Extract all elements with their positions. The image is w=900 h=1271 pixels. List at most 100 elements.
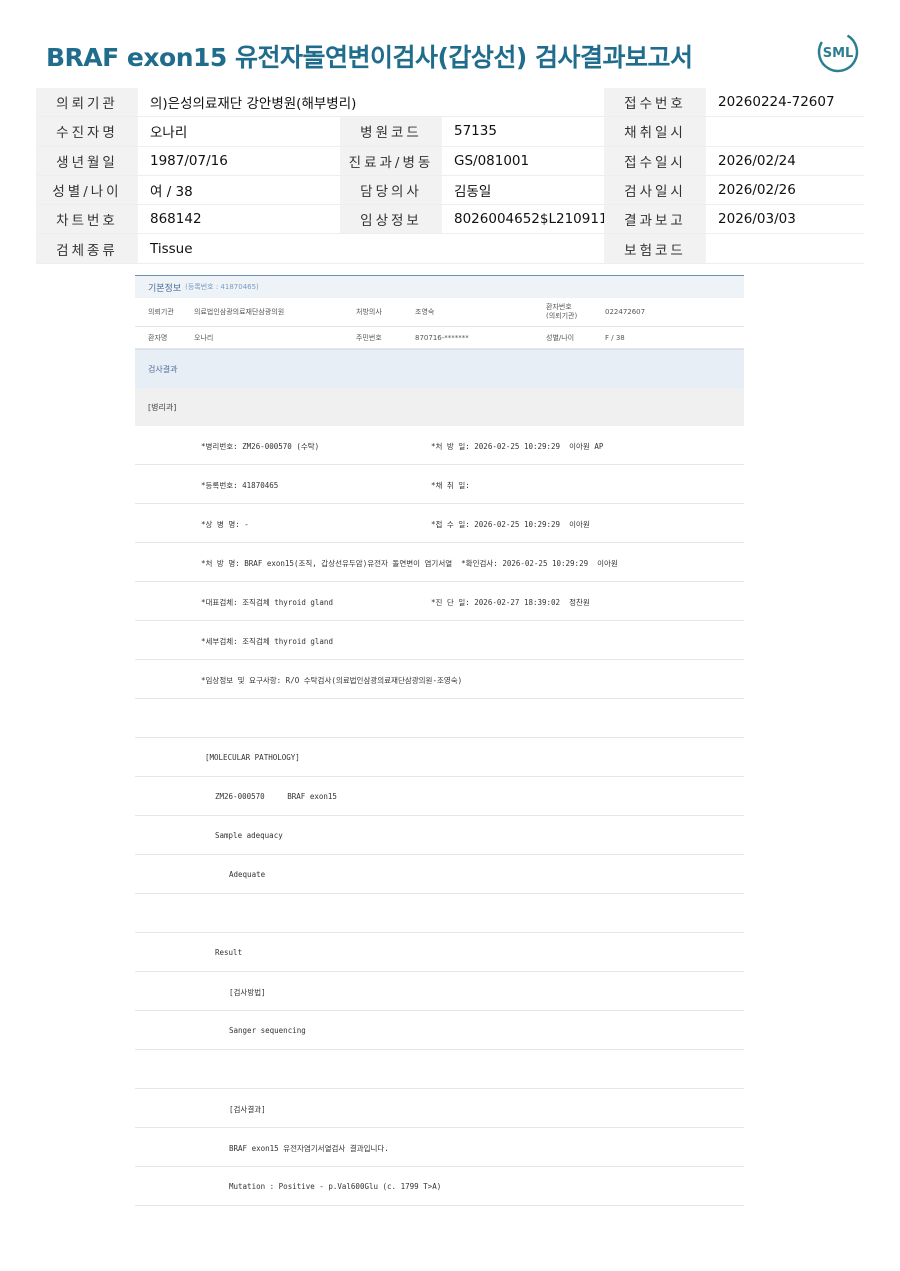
result-text: Adequate (229, 870, 266, 879)
header-value: 868142 (138, 204, 340, 235)
result-text: Mutation : Positive - p.Val600Glu (c. 17… (229, 1182, 442, 1191)
header-value: 2026/03/03 (706, 204, 865, 235)
result-line: Result (135, 933, 744, 972)
result-line: Sample adequacy (135, 816, 744, 855)
info-value: 조영숙 (415, 308, 435, 316)
result-line: Mutation : Positive - p.Val600Glu (c. 17… (135, 1167, 744, 1206)
embedded-report: 기본정보 (등록번호 : 41870465) 의뢰기관 의료법인삼광의료재단삼광… (135, 275, 744, 1206)
result-text: Result (215, 948, 243, 957)
result-text: *임상정보 및 요구사항: R/O 수탁검사(의료법인삼광의료재단삼광의원-조영… (201, 676, 463, 685)
info-value: 870716-******* (415, 333, 469, 342)
header-value: 8026004652$L210911 (442, 204, 605, 235)
header-row: 검체종류 Tissue 보험코드 (36, 233, 865, 264)
header-label: 병원코드 (340, 116, 442, 147)
result-text: Sanger sequencing (229, 1026, 306, 1035)
header-label: 임상정보 (340, 204, 442, 235)
result-text: BRAF exon15 유전자염기서열검사 결과입니다. (229, 1144, 389, 1153)
info-label: 주민번호 (356, 333, 382, 342)
info-value: 의료법인삼광의료재단삼광의원 (194, 308, 285, 316)
header-value: 1987/07/16 (138, 146, 340, 176)
header-label: 차트번호 (36, 204, 138, 235)
header-value: 여 / 38 (138, 175, 340, 206)
result-line: *등록번호: 41870465 *채 취 일: (135, 465, 744, 504)
header-label: 생년월일 (36, 146, 138, 176)
result-text: *처 방 명: BRAF exon15(조직, 갑상선유두암)유전자 돌연변이 … (201, 559, 618, 568)
header-row: 차트번호 868142 임상정보 8026004652$L210911 결과보고 2026… (36, 204, 865, 235)
result-line (135, 1050, 744, 1089)
header-row: 생년월일 1987/07/16 진료과/병동 GS/081001 접수일시 2026/02… (36, 146, 865, 176)
header-row: 성별/나이 여 / 38 담당의사 김동일 검사일시 2026/02/26 (36, 175, 865, 206)
basic-info-row: 의뢰기관 의료법인삼광의료재단삼광의원 처방의사 조영숙 환자번호 (의뢰기관)… (135, 298, 744, 327)
header-value: 2026/02/24 (706, 146, 865, 176)
result-line: [MOLECULAR PATHOLOGY] (135, 738, 744, 777)
info-label: 환자번호 (의뢰기관) (546, 303, 578, 320)
result-line: [검사결과] (135, 1089, 744, 1128)
result-line: [검사방법] (135, 972, 744, 1011)
result-text-right: *처 방 일: 2026-02-25 10:29:29 이아원 AP (431, 442, 604, 451)
result-lines: *병리번호: ZM26-000570 (수탁) *처 방 일: 2026-02-2… (135, 426, 744, 1206)
result-text-right: *채 취 일: (431, 481, 470, 490)
header-value: 2026/02/26 (706, 175, 865, 206)
header-value: 20260224-72607 (706, 88, 865, 118)
header-value: 오나리 (138, 116, 340, 147)
header-label: 성별/나이 (36, 175, 138, 206)
patient-header-table: 의뢰기관 의)은성의료재단 강안병원(해부병리) 접수번호 20260224-7260… (36, 88, 865, 264)
header-value: GS/081001 (442, 146, 605, 176)
result-line: *세부검체: 조직검체 thyroid gland (135, 621, 744, 660)
header-value: 57135 (442, 116, 605, 147)
header-label: 접수번호 (604, 88, 707, 118)
result-text: [검사방법] (229, 988, 266, 997)
result-text: *등록번호: 41870465 (201, 481, 279, 490)
registration-number: (등록번호 : 41870465) (185, 283, 259, 291)
result-text: *병리번호: ZM26-000570 (수탁) (201, 442, 320, 451)
result-line: ZM26-000570 BRAF exon15 (135, 777, 744, 816)
result-line: *임상정보 및 요구사항: R/O 수탁검사(의료법인삼광의료재단삼광의원-조영… (135, 660, 744, 699)
result-text: ZM26-000570 BRAF exon15 (215, 792, 337, 801)
header-label (340, 233, 442, 264)
header-value (442, 233, 605, 264)
info-value: F / 38 (605, 333, 625, 342)
result-text: [검사결과] (229, 1105, 266, 1114)
header-row: 수진자명 오나리 병원코드 57135 채취일시 (36, 116, 865, 147)
header-value (706, 233, 865, 264)
result-line: *처 방 명: BRAF exon15(조직, 갑상선유두암)유전자 돌연변이 … (135, 543, 744, 582)
header-label: 수진자명 (36, 116, 138, 147)
result-line: *상 병 명: - *접 수 일: 2026-02-25 10:29:29 이아원 (135, 504, 744, 543)
header-value (706, 116, 865, 147)
result-line: Sanger sequencing (135, 1011, 744, 1050)
sml-logo: SML (817, 31, 859, 73)
result-text: *세부검체: 조직검체 thyroid gland (201, 637, 333, 646)
info-value: 오나리 (194, 333, 214, 342)
result-section-header: 검사결과 (135, 349, 744, 388)
info-label: 환자명 (148, 333, 168, 342)
header-row: 의뢰기관 의)은성의료재단 강안병원(해부병리) 접수번호 20260224-7260… (36, 88, 865, 118)
header-label: 검체종류 (36, 233, 138, 264)
info-label: 의뢰기관 (148, 308, 174, 316)
header-label: 접수일시 (604, 146, 707, 176)
result-text: Sample adequacy (215, 831, 283, 840)
result-line: BRAF exon15 유전자염기서열검사 결과입니다. (135, 1128, 744, 1167)
result-line: Adequate (135, 855, 744, 894)
svg-text:SML: SML (823, 46, 854, 61)
result-line (135, 894, 744, 933)
info-value: 022472607 (605, 308, 646, 316)
pathology-section-header: [병리과] (135, 388, 744, 426)
info-label: 처방의사 (356, 308, 382, 316)
header-value: Tissue (138, 233, 340, 264)
header-value: 의)은성의료재단 강안병원(해부병리) (138, 88, 605, 118)
result-line: *병리번호: ZM26-000570 (수탁) *처 방 일: 2026-02-2… (135, 426, 744, 465)
info-label: 성별/나이 (546, 333, 575, 342)
basic-info-title: 기본정보 (148, 283, 182, 294)
report-title: BRAF exon15 유전자돌연변이검사(갑상선) 검사결과보고서 (46, 43, 693, 72)
result-text-right: *진 단 일: 2026-02-27 18:39:02 정찬원 (431, 598, 590, 607)
header-label: 채취일시 (604, 116, 707, 147)
header-label: 진료과/병동 (340, 146, 442, 176)
result-text: *상 병 명: - (201, 520, 249, 529)
result-line (135, 699, 744, 738)
result-line: *대표검체: 조직검체 thyroid gland *진 단 일: 2026-02… (135, 582, 744, 621)
header-label: 검사일시 (604, 175, 707, 206)
header-label: 보험코드 (604, 233, 707, 264)
result-text: *대표검체: 조직검체 thyroid gland (201, 598, 333, 607)
result-text: [MOLECULAR PATHOLOGY] (205, 753, 300, 762)
header-label: 담당의사 (340, 175, 442, 206)
